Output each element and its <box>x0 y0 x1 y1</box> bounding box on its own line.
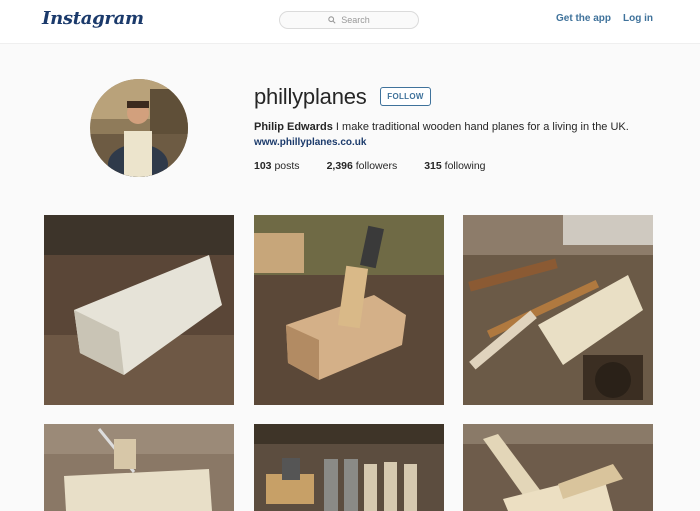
profile-bio-text: I make traditional wooden hand planes fo… <box>335 121 629 133</box>
post-thumbnail[interactable] <box>463 215 653 405</box>
post-thumbnail[interactable] <box>254 424 444 511</box>
post-thumbnail[interactable] <box>463 424 653 511</box>
stat-following-label: following <box>444 160 486 172</box>
get-the-app-link[interactable]: Get the app <box>556 13 611 24</box>
stat-posts: 103 posts <box>254 160 300 172</box>
post-thumbnail[interactable] <box>44 424 234 511</box>
profile-full-name: Philip Edwards <box>254 121 333 133</box>
stat-posts-label: posts <box>274 160 300 172</box>
search-placeholder: Search <box>341 15 370 25</box>
stat-followers-count: 2,396 <box>326 160 353 172</box>
profile-bio: Philip Edwards I make traditional wooden… <box>254 121 629 133</box>
search-icon <box>328 16 336 24</box>
stat-following[interactable]: 315 following <box>424 160 485 172</box>
profile-stats: 103 posts 2,396 followers 315 following <box>254 160 513 172</box>
profile-username: phillyplanes <box>254 84 367 109</box>
search-input[interactable]: Search <box>279 11 419 29</box>
follow-button[interactable]: FOLLOW <box>380 87 431 106</box>
top-bar: Instagram Search Get the app Log in <box>0 0 700 44</box>
stat-following-count: 315 <box>424 160 442 172</box>
avatar <box>90 79 188 177</box>
login-link[interactable]: Log in <box>623 13 653 24</box>
profile-website-link[interactable]: www.phillyplanes.co.uk <box>254 137 366 148</box>
instagram-logo[interactable]: Instagram <box>42 8 144 29</box>
stat-posts-count: 103 <box>254 160 272 172</box>
stat-followers-label: followers <box>355 160 398 172</box>
stat-followers[interactable]: 2,396 followers <box>327 160 398 172</box>
post-thumbnail[interactable] <box>44 215 234 405</box>
post-thumbnail[interactable] <box>254 215 444 405</box>
